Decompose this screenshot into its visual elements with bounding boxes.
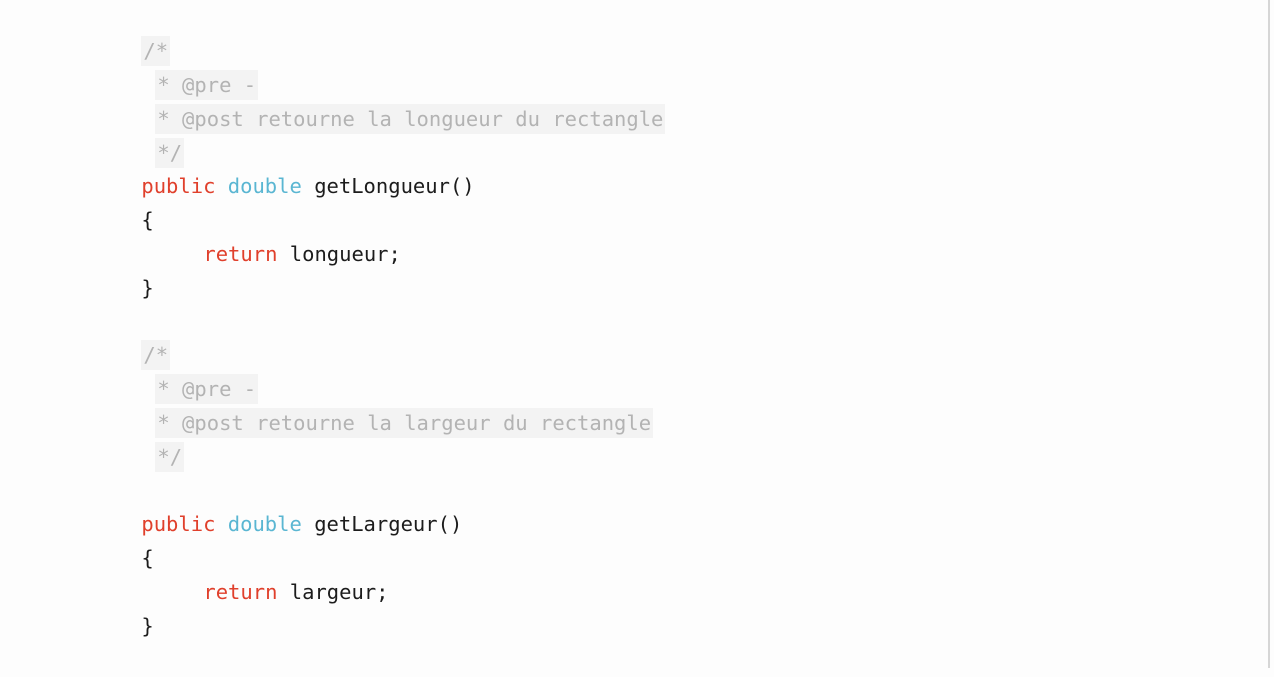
- return-type: double: [227, 174, 302, 198]
- return-type: double: [227, 512, 302, 536]
- comment-post-line: * @post retourne la longueur du rectangl…: [92, 68, 666, 134]
- comment-close-line: */: [92, 102, 185, 168]
- method-name: getLongueur(): [314, 174, 475, 198]
- return-keyword: return: [203, 580, 278, 604]
- return-statement-line: return largeur;: [92, 541, 388, 604]
- close-brace-line: }: [92, 237, 153, 300]
- return-keyword: return: [203, 242, 278, 266]
- method-signature-line: public double getLargeur(): [92, 473, 462, 536]
- comment-open-line: /*: [92, 0, 171, 66]
- open-brace-line: {: [92, 169, 153, 232]
- comment-pre-line: * @pre -: [92, 34, 259, 100]
- return-value: longueur;: [289, 242, 401, 266]
- comment-open-line: /*: [92, 304, 171, 370]
- close-brace: }: [141, 614, 154, 638]
- comment-close-line: */: [92, 406, 185, 472]
- method-signature-line: public double getLongueur(): [92, 135, 474, 198]
- comment-token: * @post retourne la largeur du rectangle: [155, 408, 654, 438]
- return-statement-line: return longueur;: [92, 203, 401, 266]
- method-name: getLargeur(): [314, 512, 463, 536]
- scrollbar-track[interactable]: [1268, 0, 1270, 668]
- comment-post-line: * @post retourne la largeur du rectangle: [92, 372, 654, 438]
- code-block: /* * @pre - * @post retourne la longueur…: [92, 0, 1262, 668]
- comment-token: * @post retourne la longueur du rectangl…: [155, 104, 666, 134]
- comment-token: */: [155, 442, 185, 472]
- close-brace-line: }: [92, 575, 153, 638]
- return-value: largeur;: [289, 580, 389, 604]
- open-brace-line: {: [92, 507, 153, 570]
- comment-pre-line: * @pre -: [92, 338, 259, 404]
- close-brace: }: [141, 276, 154, 300]
